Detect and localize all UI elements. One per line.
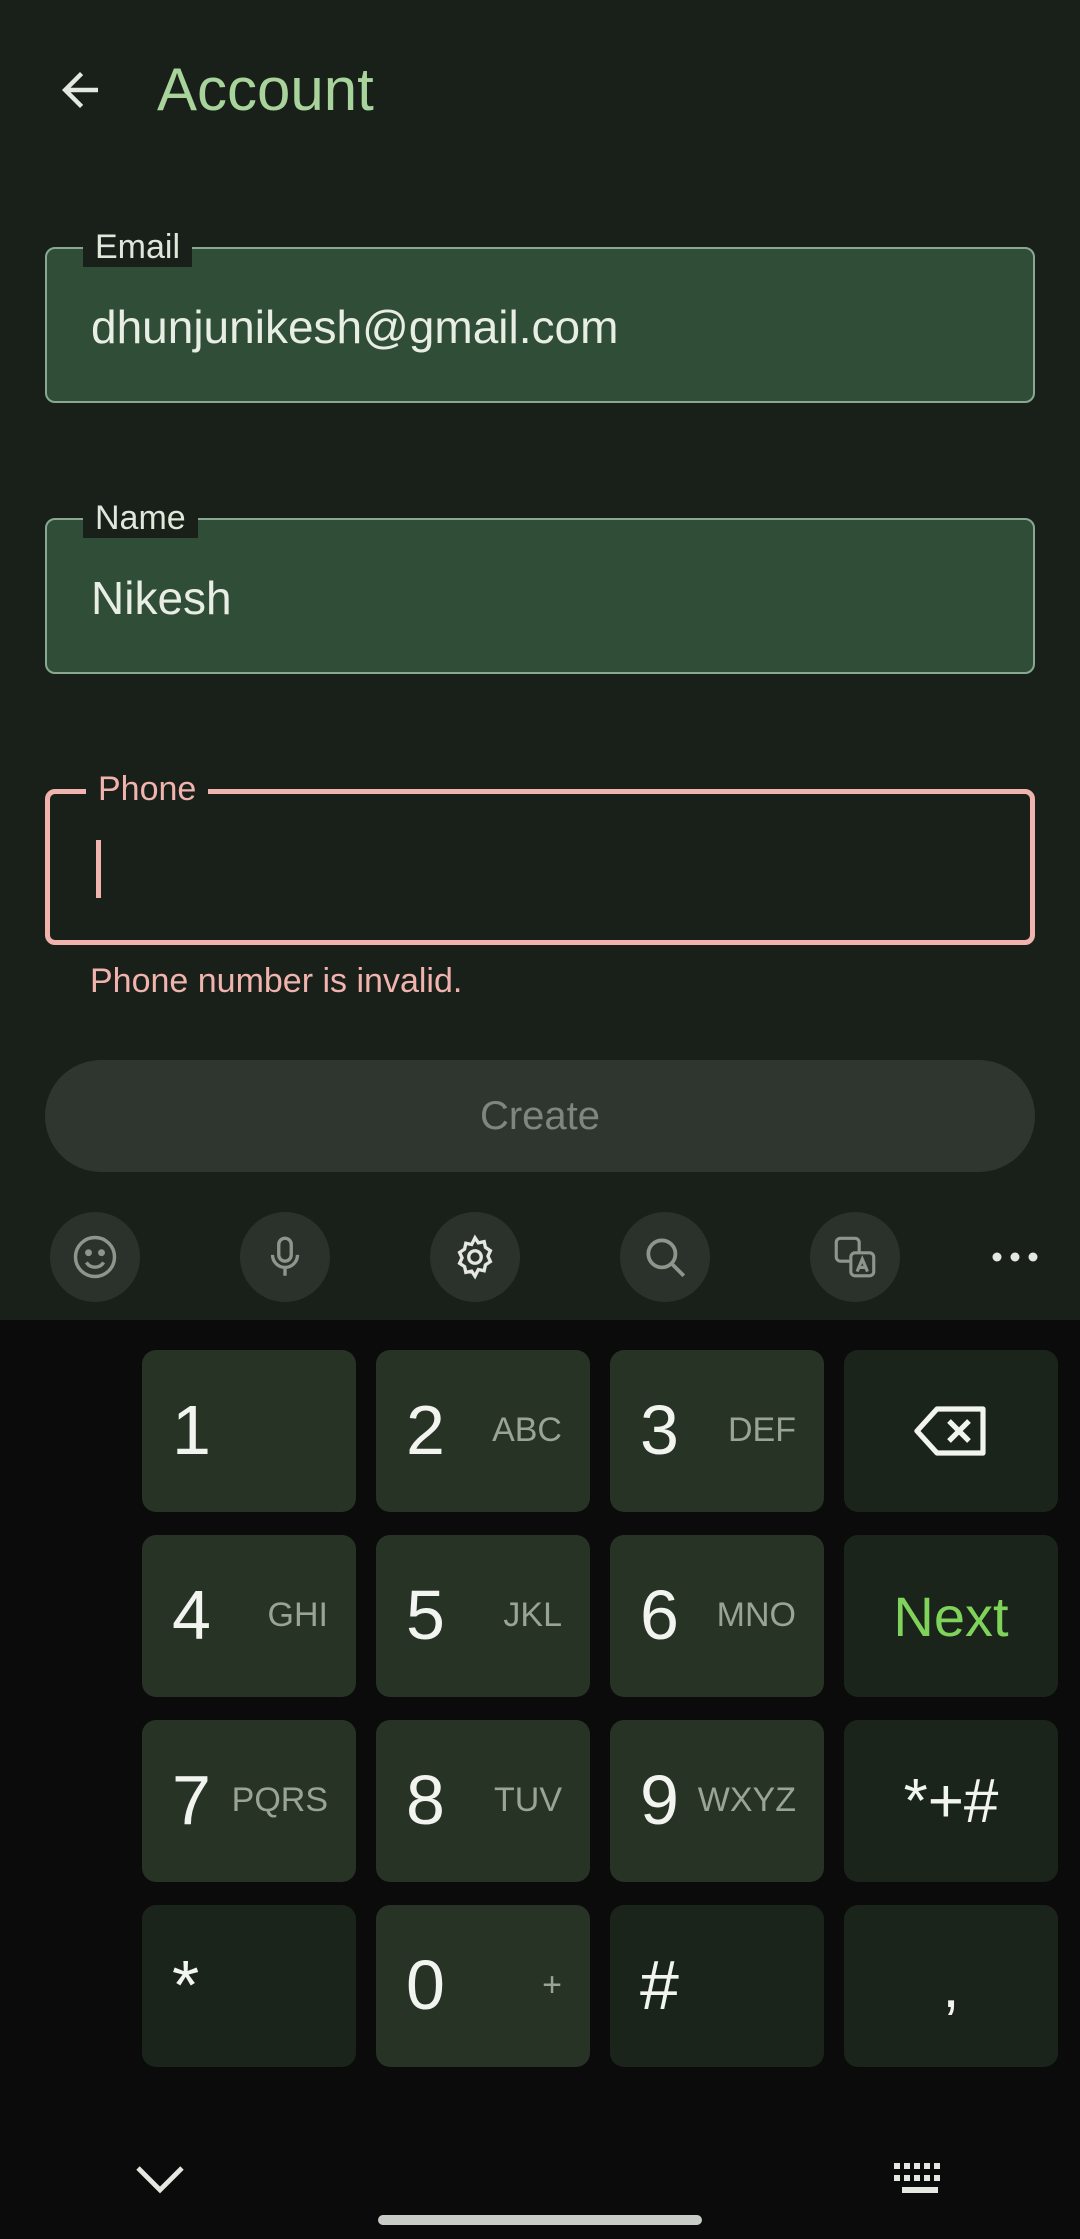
switch-keyboard-button[interactable] [880, 2139, 960, 2219]
key-1-digit: 1 [172, 1391, 211, 1469]
search-button[interactable] [620, 1212, 710, 1302]
key-9-digit: 9 [640, 1761, 679, 1839]
next-key-label: Next [893, 1584, 1009, 1648]
back-button[interactable] [40, 50, 120, 130]
key-9-letters: WXYZ [697, 1781, 796, 1819]
key-8-letters: TUV [494, 1781, 562, 1819]
key-7-letters: PQRS [231, 1781, 328, 1819]
key-4-letters: GHI [267, 1596, 328, 1634]
key-6-letters: MNO [716, 1596, 796, 1634]
emoji-button[interactable] [50, 1212, 140, 1302]
key-6-digit: 6 [640, 1576, 679, 1654]
gesture-handle [378, 2215, 702, 2225]
app-screen: Account Email dhunjunikesh@gmail.com Nam… [0, 0, 1080, 1320]
voice-input-button[interactable] [240, 1212, 330, 1302]
key-9[interactable]: 9 WXYZ [610, 1720, 824, 1882]
comma-key[interactable]: , [844, 1905, 1058, 2067]
numeric-keyboard: 1 2 ABC 3 DEF 4 GHI 5 JKL 6 MNO Next 7 P… [0, 1320, 1080, 2239]
email-label: Email [83, 227, 193, 267]
comma-key-label: , [942, 1951, 960, 2021]
hide-keyboard-button[interactable] [120, 2139, 200, 2219]
key-0-letters: + [542, 1966, 562, 2004]
settings-button[interactable] [430, 1212, 520, 1302]
key-5-digit: 5 [406, 1576, 445, 1654]
key-0[interactable]: 0 + [376, 1905, 590, 2067]
email-value: dhunjunikesh@gmail.com [91, 301, 619, 353]
microphone-icon [270, 1236, 300, 1276]
search-icon [646, 1238, 686, 1278]
translate-icon [834, 1236, 876, 1278]
key-3[interactable]: 3 DEF [610, 1350, 824, 1512]
name-label: Name [83, 498, 198, 538]
more-button[interactable] [985, 1212, 1045, 1302]
key-7[interactable]: 7 PQRS [142, 1720, 356, 1882]
key-2-digit: 2 [406, 1391, 445, 1469]
phone-error-message: Phone number is invalid. [90, 962, 463, 1000]
hash-key-label: # [640, 1946, 679, 2024]
key-4[interactable]: 4 GHI [142, 1535, 356, 1697]
key-5-letters: JKL [503, 1596, 562, 1634]
phone-label: Phone [86, 769, 209, 809]
key-3-letters: DEF [728, 1411, 796, 1449]
backspace-icon [914, 1406, 986, 1456]
star-key-label: * [172, 1946, 200, 2024]
keyboard-icon [894, 2163, 940, 2193]
translate-button[interactable] [810, 1212, 900, 1302]
key-2-letters: ABC [492, 1411, 562, 1449]
keyboard-toolbar [0, 1200, 1080, 1320]
key-6[interactable]: 6 MNO [610, 1535, 824, 1697]
star-key[interactable]: * [142, 1905, 356, 2067]
gear-icon [457, 1234, 493, 1280]
backspace-key[interactable] [844, 1350, 1058, 1512]
next-key[interactable]: Next [844, 1535, 1058, 1697]
chevron-down-icon [136, 2166, 184, 2194]
arrow-back-icon [62, 72, 98, 108]
key-2[interactable]: 2 ABC [376, 1350, 590, 1512]
key-8[interactable]: 8 TUV [376, 1720, 590, 1882]
key-5[interactable]: 5 JKL [376, 1535, 590, 1697]
email-field[interactable]: Email dhunjunikesh@gmail.com [45, 227, 1035, 403]
name-field[interactable]: Name Nikesh [45, 498, 1035, 674]
key-1[interactable]: 1 [142, 1350, 356, 1512]
hash-key[interactable]: # [610, 1905, 824, 2067]
text-cursor [96, 840, 101, 898]
create-button[interactable]: Create [45, 1060, 1035, 1172]
name-value: Nikesh [91, 572, 232, 624]
more-icon [992, 1252, 1038, 1262]
key-8-digit: 8 [406, 1761, 445, 1839]
key-4-digit: 4 [172, 1576, 211, 1654]
key-0-digit: 0 [406, 1946, 445, 2024]
emoji-icon [73, 1235, 117, 1279]
symbols-key-label: *+# [903, 1766, 999, 1836]
key-3-digit: 3 [640, 1391, 679, 1469]
symbols-key[interactable]: *+# [844, 1720, 1058, 1882]
phone-field[interactable]: Phone [45, 769, 1035, 945]
key-7-digit: 7 [172, 1761, 211, 1839]
page-title: Account [157, 56, 374, 123]
